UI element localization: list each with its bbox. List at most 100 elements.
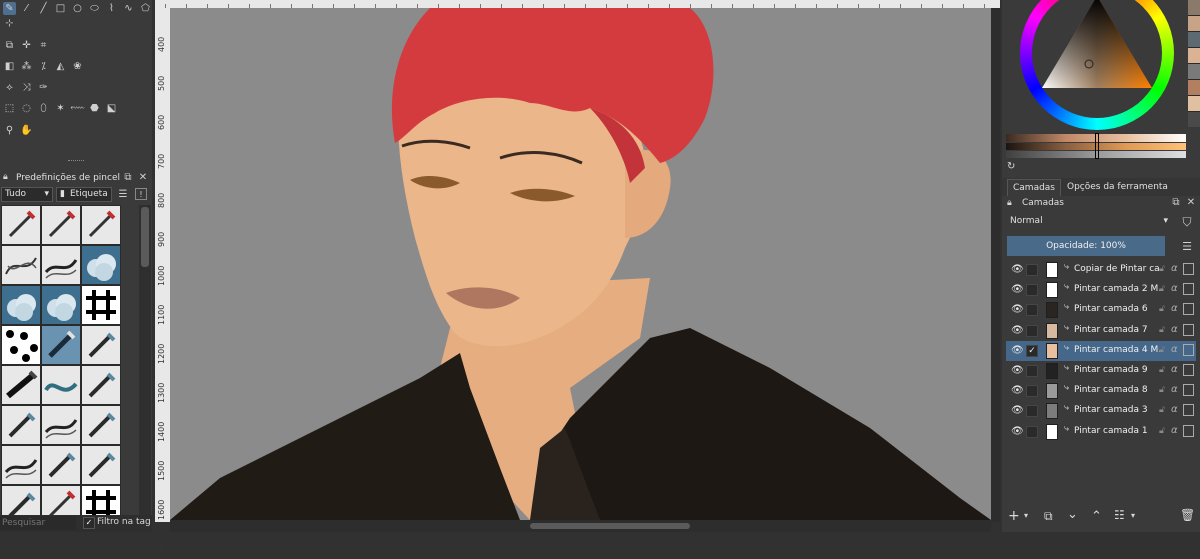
brush-preset[interactable] — [1, 405, 41, 445]
tool-icon[interactable]: ⌇ — [105, 2, 118, 15]
layer-checkbox[interactable] — [1026, 385, 1038, 398]
layer-checkbox[interactable] — [1026, 324, 1038, 337]
refresh-icon[interactable]: ↻ — [1007, 161, 1015, 172]
alpha-lock-icon[interactable]: α — [1171, 425, 1178, 436]
layer-row[interactable]: 👁︎ ⤷ Pintar camada 3 🔓︎ α — [1006, 401, 1196, 421]
brush-preset[interactable] — [81, 445, 121, 485]
alpha-lock-icon[interactable]: α — [1171, 404, 1178, 415]
lock-icon[interactable]: 🔓︎ — [1159, 325, 1165, 335]
tool-icon[interactable]: ✶ — [54, 102, 67, 115]
delete-layer-icon[interactable]: 🗑︎ — [1180, 508, 1195, 522]
brush-preset[interactable] — [1, 445, 41, 485]
alpha-lock-icon[interactable]: α — [1171, 303, 1178, 314]
eye-icon[interactable]: 👁︎ — [1011, 304, 1024, 315]
lock-icon[interactable]: 🔒︎ — [3, 172, 8, 182]
brush-preset[interactable] — [41, 405, 81, 445]
tool-icon[interactable]: ╱ — [37, 2, 50, 15]
vertical-scrollbar[interactable] — [991, 8, 1000, 522]
brush-preset[interactable] — [41, 365, 81, 405]
tool-icon[interactable]: ⬚ — [3, 102, 16, 115]
layer-row[interactable]: 👁︎ ⤷ Pintar camada 6 🔓︎ α — [1006, 300, 1196, 320]
tool-icon[interactable]: ⁄ — [20, 2, 33, 15]
tool-icon[interactable]: ⌗ — [37, 39, 50, 52]
brush-preset[interactable] — [81, 405, 121, 445]
inherit-alpha-icon[interactable] — [1183, 303, 1194, 316]
tool-icon[interactable]: ⁒ — [37, 60, 50, 73]
lock-icon[interactable]: 🔓︎ — [1159, 405, 1165, 415]
brush-preset[interactable] — [41, 285, 81, 325]
close-icon[interactable]: ✕ — [1185, 196, 1197, 208]
menu-icon[interactable]: ☰ — [117, 188, 129, 200]
move-down-icon[interactable]: ⌄ — [1067, 507, 1078, 522]
eye-icon[interactable]: 👁︎ — [1011, 325, 1024, 336]
color-wheel[interactable] — [1020, 0, 1174, 130]
layer-row[interactable]: 👁︎ ⤷ Copiar de Pintar ca... 🔓︎ α — [1006, 260, 1196, 280]
layer-row[interactable]: 👁︎ ⤷ Pintar camada 1 🔓︎ α — [1006, 422, 1196, 442]
layer-checkbox[interactable] — [1026, 304, 1038, 317]
move-up-icon[interactable]: ⌃ — [1091, 509, 1102, 524]
layer-checkbox[interactable]: ✓ — [1026, 344, 1038, 357]
tool-icon[interactable]: ⟡ — [3, 81, 16, 94]
tool-icon[interactable]: ⬯ — [37, 102, 50, 115]
layer-checkbox[interactable] — [1026, 365, 1038, 377]
tool-icon[interactable]: ◌ — [20, 102, 33, 115]
eye-icon[interactable]: 👁︎ — [1011, 405, 1024, 416]
eye-icon[interactable]: 👁︎ — [1011, 385, 1024, 396]
eye-icon[interactable]: 👁︎ — [1011, 426, 1024, 437]
inherit-alpha-icon[interactable] — [1183, 263, 1194, 275]
panel-grip[interactable] — [68, 160, 84, 163]
brush-preset[interactable] — [1, 365, 41, 405]
inherit-alpha-icon[interactable] — [1183, 343, 1194, 356]
lock-icon[interactable]: 🔓︎ — [1159, 426, 1165, 436]
brush-scrollbar-thumb[interactable] — [141, 207, 149, 267]
label-combo[interactable]: ▮ Etiqueta — [56, 187, 112, 202]
alpha-lock-icon[interactable]: α — [1171, 344, 1178, 355]
close-icon[interactable]: ✕ — [137, 171, 149, 183]
inherit-alpha-icon[interactable] — [1183, 323, 1194, 336]
tool-icon[interactable]: ⬣ — [88, 102, 101, 115]
float-icon[interactable]: ⧉ — [122, 171, 134, 183]
brush-preset[interactable] — [1, 245, 41, 285]
brush-preset[interactable] — [81, 285, 121, 325]
brush-preset[interactable] — [41, 445, 81, 485]
alpha-lock-icon[interactable]: α — [1171, 283, 1178, 294]
eye-icon[interactable]: 👁︎ — [1011, 345, 1024, 356]
tool-icon[interactable]: ⬕ — [105, 102, 118, 115]
blend-mode-select[interactable]: Normal ▾ — [1007, 213, 1171, 231]
canvas[interactable] — [170, 8, 991, 520]
tab-tool-options[interactable]: Opções da ferramenta — [1062, 179, 1173, 196]
brush-preset[interactable] — [41, 245, 81, 285]
horizontal-scrollbar[interactable] — [170, 520, 991, 532]
inherit-alpha-icon[interactable] — [1183, 364, 1194, 376]
tool-icon[interactable]: ○ — [71, 2, 84, 15]
tag-combo[interactable]: Tudo ▾ — [1, 187, 53, 202]
lock-icon[interactable]: 🔓︎ — [1159, 365, 1165, 375]
eye-icon[interactable]: 👁︎ — [1011, 284, 1024, 295]
alpha-lock-icon[interactable]: α — [1171, 364, 1178, 375]
tool-icon[interactable]: ✋ — [20, 124, 33, 137]
tool-icon[interactable]: ❀ — [71, 60, 84, 73]
shade-slider-handle[interactable] — [1095, 133, 1099, 159]
layer-checkbox[interactable] — [1026, 264, 1038, 276]
eye-icon[interactable]: 👁︎ — [1011, 365, 1024, 376]
tool-icon[interactable]: ⧉ — [3, 39, 16, 52]
brush-preset[interactable] — [41, 205, 81, 245]
layer-row[interactable]: 👁︎ ⤷ Pintar camada 2 M... 🔓︎ α — [1006, 280, 1196, 300]
tool-icon[interactable]: ⚲ — [3, 124, 16, 137]
brush-preset[interactable] — [41, 325, 81, 365]
inherit-alpha-icon[interactable] — [1183, 404, 1194, 417]
layer-row[interactable]: 👁︎ ✓ ⤷ Pintar camada 4 M... 🔓︎ α — [1006, 340, 1196, 361]
brush-preset[interactable] — [1, 325, 41, 365]
menu-icon[interactable]: ☰ — [1181, 240, 1193, 253]
tool-icon[interactable]: ◭ — [54, 60, 67, 73]
search-input[interactable] — [0, 516, 76, 530]
layer-checkbox[interactable] — [1026, 405, 1038, 418]
lock-icon[interactable]: 🔓︎ — [1159, 264, 1165, 274]
alpha-lock-icon[interactable]: α — [1171, 324, 1178, 335]
tab-layers[interactable]: Camadas — [1007, 179, 1061, 196]
tool-icon[interactable]: ✑ — [37, 81, 50, 94]
brush-preset[interactable] — [81, 325, 121, 365]
filter-icon[interactable]: ⛉ — [1181, 215, 1193, 229]
brush-preset[interactable] — [81, 365, 121, 405]
tool-icon[interactable]: ⊹ — [3, 17, 16, 30]
